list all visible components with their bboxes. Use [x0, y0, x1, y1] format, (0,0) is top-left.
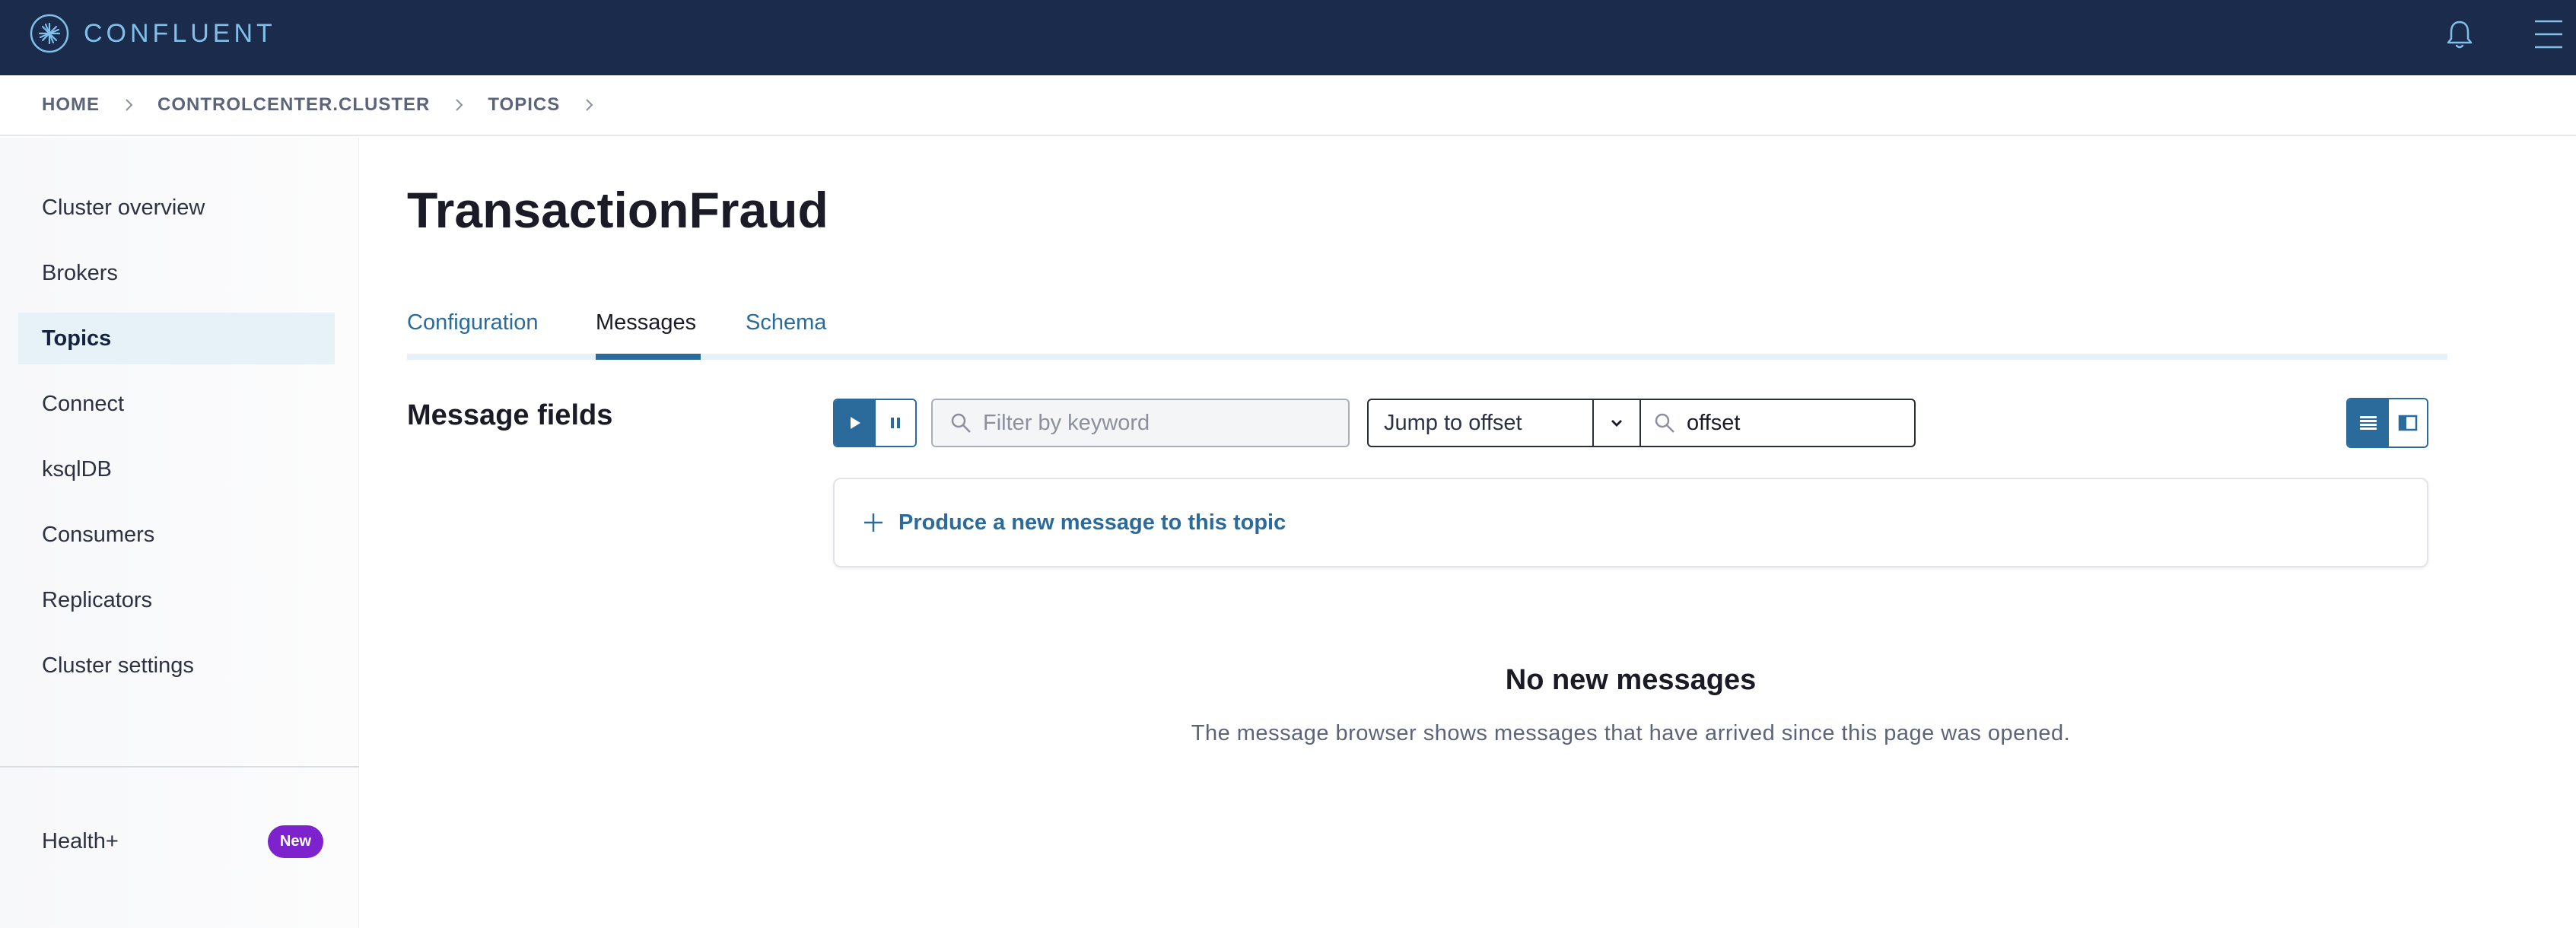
sidebar-item-brokers[interactable]: Brokers [18, 247, 335, 299]
sidebar-item-replicators[interactable]: Replicators [18, 574, 335, 626]
sidebar-item-cluster-overview[interactable]: Cluster overview [18, 182, 335, 234]
pause-button[interactable] [876, 400, 915, 446]
offset-field [1639, 399, 1916, 447]
health-label: Health+ [42, 828, 119, 853]
sidebar-item-ksqldb[interactable]: ksqlDB [18, 443, 335, 495]
split-view-button[interactable] [2389, 399, 2427, 447]
filter-input[interactable] [983, 410, 1302, 436]
hamburger-menu-icon[interactable] [2533, 17, 2564, 52]
tabs-track [407, 354, 2447, 360]
jump-dropdown-toggle[interactable] [1592, 400, 1639, 446]
confluent-logo-icon [30, 14, 69, 53]
produce-message-button[interactable]: Produce a new message to this topic [833, 478, 2428, 567]
chevron-right-icon [456, 99, 463, 111]
plus-icon [864, 513, 883, 532]
top-navbar: CONFLUENT [0, 0, 2576, 75]
empty-state-text: The message browser shows messages that … [1191, 721, 2071, 745]
breadcrumb-cluster[interactable]: CONTROLCENTER.CLUSTER [157, 94, 430, 116]
sidebar-item-connect[interactable]: Connect [18, 378, 335, 430]
empty-state-title: No new messages [1505, 664, 1757, 696]
sidebar-item-topics[interactable]: Topics [18, 313, 335, 364]
play-button[interactable] [835, 400, 876, 446]
brand-name: CONFLUENT [84, 18, 276, 48]
play-icon [851, 417, 860, 429]
chevron-right-icon [126, 99, 133, 111]
playback-controls [833, 399, 917, 447]
breadcrumb: HOME CONTROLCENTER.CLUSTER TOPICS [0, 75, 2576, 136]
search-icon [951, 413, 971, 433]
search-icon [1655, 413, 1674, 433]
produce-message-label: Produce a new message to this topic [898, 510, 1286, 535]
confluent-logo[interactable]: CONFLUENT [29, 13, 276, 54]
filter-field [931, 399, 1350, 447]
bell-icon[interactable] [2442, 17, 2477, 52]
message-fields-title: Message fields [407, 399, 613, 431]
breadcrumb-home[interactable]: HOME [42, 94, 100, 116]
active-tab-indicator [596, 354, 701, 360]
page-title: TransactionFraud [407, 182, 828, 238]
offset-input[interactable] [1687, 410, 1900, 436]
list-view-button[interactable] [2348, 399, 2389, 447]
tab-configuration[interactable]: Configuration [407, 310, 539, 335]
jump-to-offset-select[interactable]: Jump to offset [1367, 399, 1641, 447]
tab-schema[interactable]: Schema [746, 310, 826, 335]
sidebar-item-consumers[interactable]: Consumers [18, 509, 335, 561]
pause-icon [891, 418, 900, 428]
list-view-icon [2360, 416, 2377, 430]
view-mode-toggle [2346, 398, 2428, 448]
chevron-right-icon [586, 99, 593, 111]
new-badge: New [267, 825, 323, 858]
sidebar: Cluster overview Brokers Topics Connect … [0, 138, 359, 928]
chevron-down-icon [1611, 420, 1622, 427]
jump-to-offset-label: Jump to offset [1384, 410, 1522, 435]
tab-messages[interactable]: Messages [596, 310, 696, 335]
sidebar-item-health-plus[interactable]: Health+ New [42, 822, 323, 860]
split-view-icon [2398, 415, 2418, 431]
breadcrumb-topics[interactable]: TOPICS [488, 94, 560, 116]
sidebar-divider [0, 766, 359, 768]
sidebar-item-cluster-settings[interactable]: Cluster settings [18, 640, 335, 691]
